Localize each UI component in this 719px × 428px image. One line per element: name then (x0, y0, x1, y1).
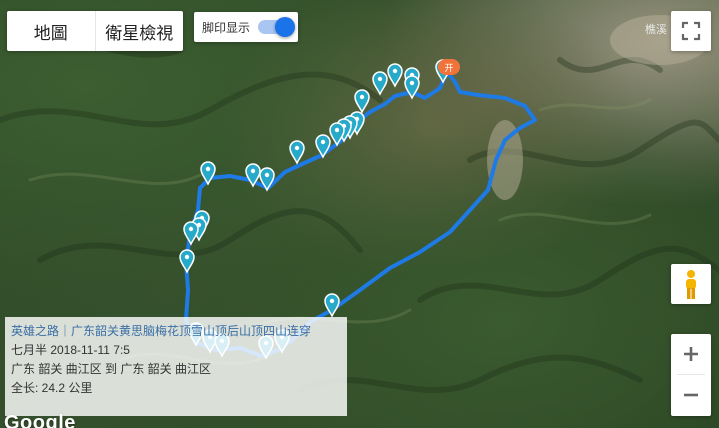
marker-dot (359, 94, 365, 100)
footprint-toggle-switch[interactable] (258, 17, 296, 37)
route-from-to: 广东 韶关 曲江区 到 广东 韶关 曲江区 (11, 362, 212, 376)
place-label: 樵溪 (645, 24, 667, 36)
minus-icon (684, 393, 698, 397)
marker-dot (205, 166, 211, 172)
marker-dot (377, 76, 383, 82)
street-view-button[interactable] (671, 264, 711, 304)
footprint-marker-icon[interactable] (179, 249, 195, 274)
footprint-toggle-box: 脚印显示 (194, 12, 298, 42)
marker-dot (184, 254, 190, 260)
map-type-control: 地圖 衛星檢視 (7, 11, 183, 51)
marker-dot (264, 172, 270, 178)
plus-icon (684, 347, 698, 361)
fullscreen-icon (681, 21, 701, 41)
map-type-satellite-button[interactable]: 衛星檢視 (96, 11, 184, 51)
footprint-marker-icon[interactable] (183, 221, 199, 246)
marker-dot (294, 145, 300, 151)
footprint-marker-icon[interactable] (200, 161, 216, 186)
route-info-panel: 英雄之路｜广东韶关黄思脑梅花顶雪山顶后山顶四山连穿 七月半 2018-11-11… (5, 317, 347, 416)
marker-dot (334, 127, 340, 133)
marker-dot (188, 226, 194, 232)
toggle-knob (275, 17, 296, 37)
route-title[interactable]: 英雄之路｜广东韶关黄思脑梅花顶雪山顶后山顶四山连穿 (11, 322, 341, 341)
pegman-icon (686, 270, 696, 299)
zoom-control (671, 334, 711, 416)
marker-dot (320, 139, 326, 145)
map-canvas[interactable]: 开 樵溪 地圖 衛星檢視 脚印显示 英雄之路｜广东韶关黄思脑梅花顶雪山顶后山顶四… (0, 0, 719, 428)
footprint-marker-icon[interactable] (354, 89, 370, 114)
route-author-date: 七月半 2018-11-11 7:5 (11, 343, 130, 357)
marker-dot (329, 298, 335, 304)
route-distance: 全长: 24.2 公里 (11, 381, 93, 395)
zoom-out-button[interactable] (671, 375, 711, 415)
footprint-marker-icon[interactable] (289, 140, 305, 165)
map-type-map-button[interactable]: 地圖 (7, 11, 95, 51)
google-logo: Google (4, 412, 76, 428)
marker-dot (250, 168, 256, 174)
footprint-toggle-label: 脚印显示 (202, 20, 251, 35)
fullscreen-button[interactable] (671, 11, 711, 51)
marker-dot (409, 80, 415, 86)
start-marker[interactable]: 开 (438, 59, 460, 75)
marker-dot (392, 68, 398, 74)
footprint-marker-icon[interactable] (387, 63, 403, 88)
footprint-marker-icon[interactable] (315, 134, 331, 159)
zoom-in-button[interactable] (671, 334, 711, 374)
footprint-marker-icon[interactable] (372, 71, 388, 96)
